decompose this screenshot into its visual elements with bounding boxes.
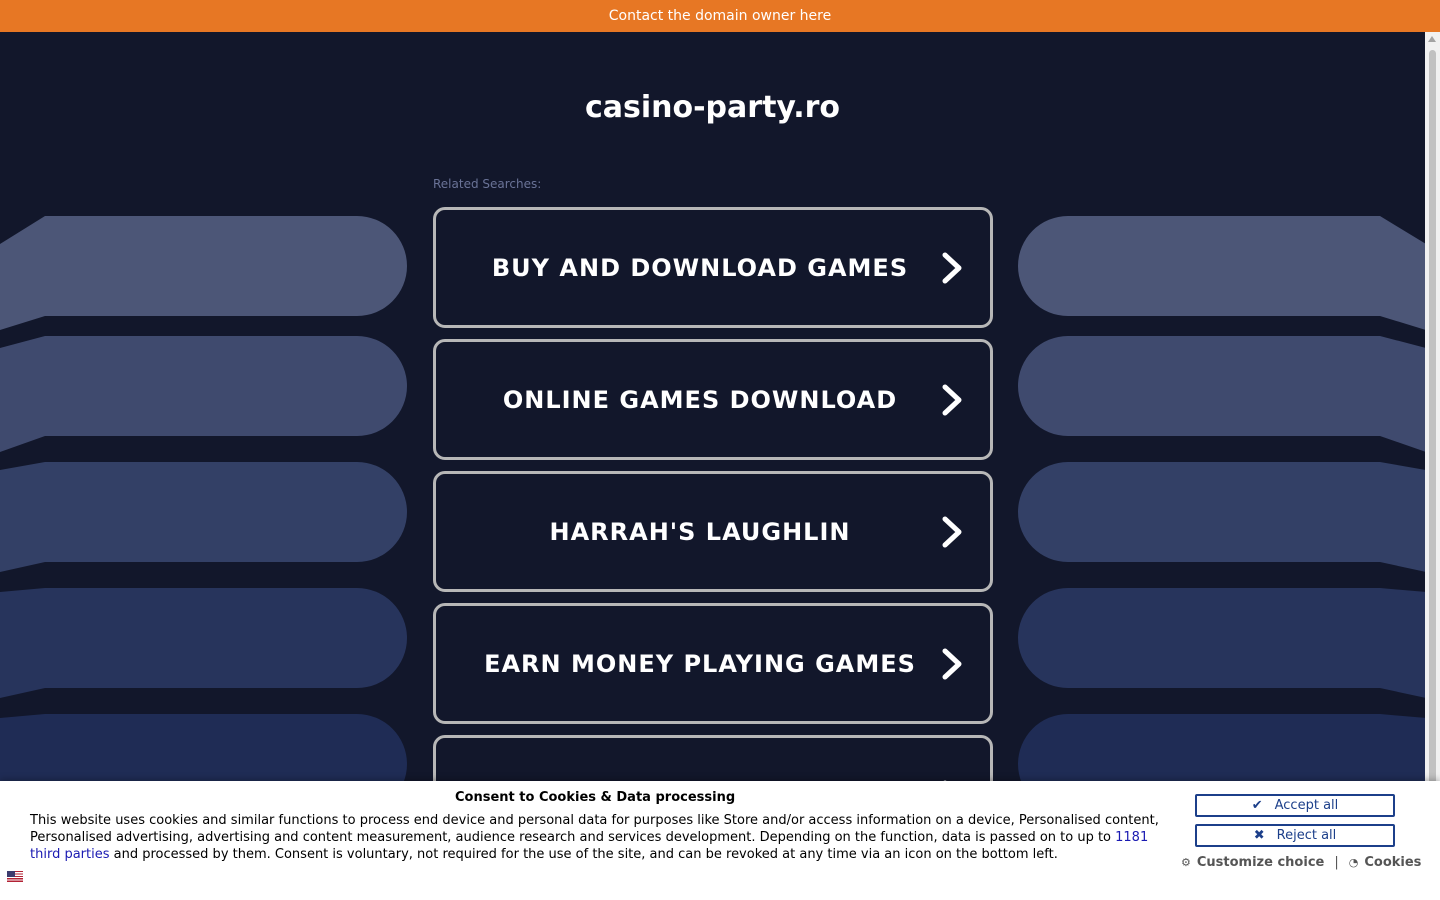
accept-all-label: Accept all [1274, 798, 1339, 813]
customize-choice-link[interactable]: ⚙ Customize choice [1181, 855, 1324, 870]
consent-text-part2: and processed by them. Consent is volunt… [109, 847, 1058, 862]
chevron-right-icon [942, 516, 962, 547]
chevron-right-icon [942, 252, 962, 283]
consent-secondary-links: ⚙ Customize choice | ◔ Cookies [1181, 855, 1421, 870]
related-search-list: BUY AND DOWNLOAD GAMES ONLINE GAMES DOWN… [433, 207, 993, 867]
reject-all-button[interactable]: ✖ Reject all [1195, 824, 1395, 847]
vertical-scrollbar[interactable] [1425, 32, 1440, 900]
related-search-label: ONLINE GAMES DOWNLOAD [502, 385, 898, 414]
language-flag-icon[interactable] [7, 871, 23, 882]
link-separator: | [1334, 855, 1339, 870]
scroll-up-arrow-icon[interactable] [1428, 36, 1436, 42]
cookie-consent-banner: Consent to Cookies & Data processing Thi… [0, 781, 1440, 900]
related-search-label: EARN MONEY PLAYING GAMES [484, 649, 916, 678]
contact-domain-owner-link[interactable]: Contact the domain owner here [609, 8, 831, 24]
consent-text-part1: This website uses cookies and similar fu… [30, 813, 1159, 845]
related-search-label: HARRAH'S LAUGHLIN [549, 517, 851, 546]
related-search-link[interactable]: BUY AND DOWNLOAD GAMES [433, 207, 993, 328]
chevron-right-icon [942, 384, 962, 415]
background-decoration-left [0, 216, 407, 824]
cookies-link[interactable]: ◔ Cookies [1349, 855, 1422, 870]
related-search-link[interactable]: EARN MONEY PLAYING GAMES [433, 603, 993, 724]
check-icon: ✔ [1251, 798, 1263, 813]
cookie-icon: ◔ [1348, 856, 1359, 869]
consent-heading: Consent to Cookies & Data processing [455, 790, 736, 805]
gear-icon: ⚙ [1181, 856, 1191, 869]
main-content: casino-party.ro Related Searches: BUY AN… [0, 32, 1425, 900]
domain-title: casino-party.ro [584, 90, 841, 125]
related-search-link[interactable]: HARRAH'S LAUGHLIN [433, 471, 993, 592]
related-search-label: BUY AND DOWNLOAD GAMES [491, 253, 909, 282]
background-decoration-right [1018, 216, 1425, 824]
accept-all-button[interactable]: ✔ Accept all [1195, 794, 1395, 817]
related-search-link[interactable]: ONLINE GAMES DOWNLOAD [433, 339, 993, 460]
customize-choice-label: Customize choice [1196, 855, 1325, 870]
chevron-right-icon [942, 648, 962, 679]
close-icon: ✖ [1253, 828, 1265, 843]
cookies-label: Cookies [1364, 855, 1422, 870]
consent-text: This website uses cookies and similar fu… [30, 812, 1165, 863]
reject-all-label: Reject all [1276, 828, 1337, 843]
scrollbar-thumb[interactable] [1429, 50, 1436, 880]
related-searches-label: Related Searches: [433, 177, 542, 191]
contact-domain-owner-banner[interactable]: Contact the domain owner here [0, 0, 1440, 32]
